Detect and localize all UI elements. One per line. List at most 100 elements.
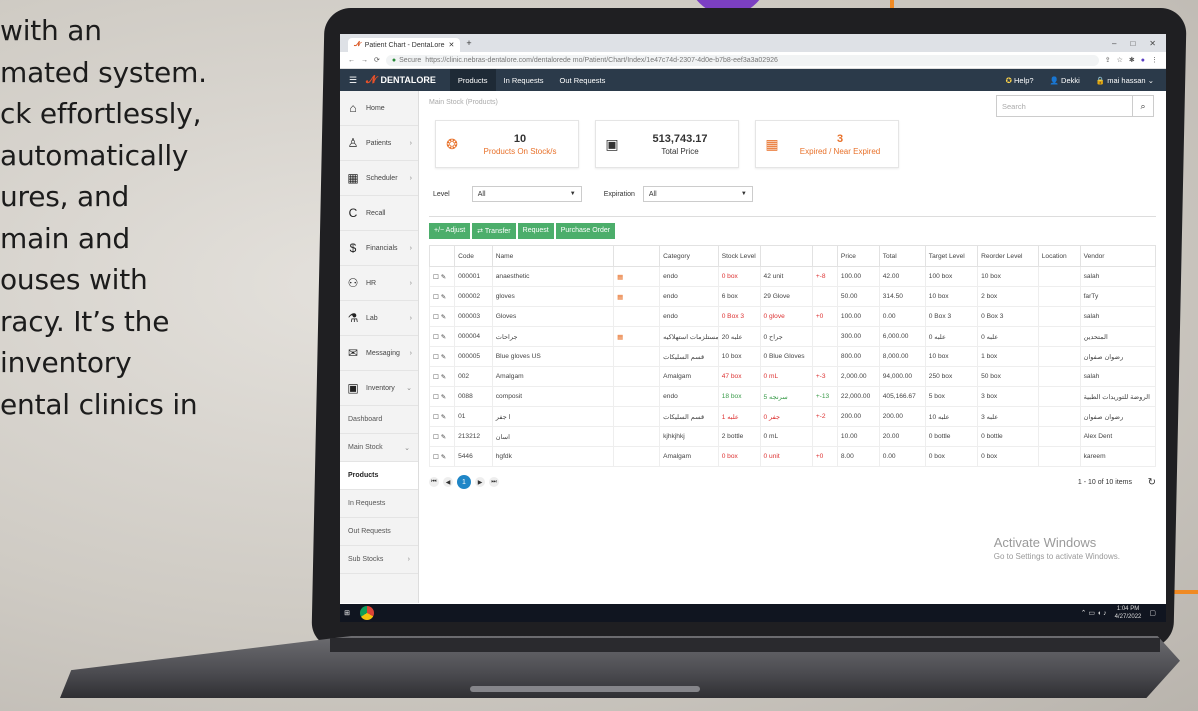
star-icon[interactable]: ☆ [1117,56,1123,64]
column-header[interactable]: Total [878,245,926,267]
column-header[interactable]: Category [659,245,719,267]
column-header[interactable]: Location [1037,245,1081,267]
first-page-button[interactable]: ⏮ [429,477,439,487]
sidebar-item-financials[interactable]: $ Financials › [340,231,418,266]
table-row[interactable]: ☐ ✎ 0088 composit endo 18 box 5 سرنجه +-13 22,0… [428,386,1157,407]
clinic-menu[interactable]: 👤 Dekki [1050,76,1080,85]
new-tab-button[interactable]: + [466,38,471,48]
name-cell: hgfdk [491,446,615,467]
edit-icon[interactable]: ✎ [439,294,447,301]
table-row[interactable]: ☐ ✎ 000004 جراحات ▦ مستلزمات استهلاكيه 20 علب… [428,326,1157,347]
adjust-button[interactable]: +/− Adjust [429,223,471,239]
column-header[interactable]: Stock Level [717,245,761,267]
expiration-select[interactable]: All ▼ [642,186,753,202]
menu-dots-icon[interactable]: ⋮ [1151,56,1158,64]
column-header[interactable]: Price [836,245,880,267]
refresh-icon[interactable]: ↻ [1148,477,1156,488]
sidebar-item-inventory[interactable]: ▣ Inventory ⌄ [340,371,418,406]
windows-start-icon[interactable]: ⊞ [340,609,354,617]
extensions-icon[interactable]: ✱ [1129,56,1135,64]
sidebar-item-messaging[interactable]: ✉ Messaging › [340,336,418,371]
edit-icon[interactable]: ✎ [439,454,447,461]
edit-icon[interactable]: ✎ [439,354,447,361]
table-row[interactable]: ☐ ✎ 000003 Gloves endo 0 Box 30 glove +0 100.0… [428,306,1157,327]
transfer-button[interactable]: ⇄ Transfer [472,223,516,239]
tab-close-icon[interactable]: ✕ [448,41,454,49]
column-header[interactable]: Reorder Level [977,245,1039,267]
next-page-button[interactable]: ▶ [475,477,485,487]
search-input[interactable]: Search [997,102,1132,111]
sidebar-item-hr[interactable]: ⚇ HR › [340,266,418,301]
purchase-order-button[interactable]: Purchase Order [555,223,616,239]
close-window-button[interactable]: ✕ [1149,39,1156,48]
minimize-button[interactable]: – [1112,39,1116,48]
sidebar-item-lab[interactable]: ⚗ Lab › [340,301,418,336]
sidebar-item-patients[interactable]: ♙ Patients › [340,126,418,161]
sidebar-item-recall[interactable]: C Recall [340,196,418,231]
column-header[interactable] [613,245,661,267]
sidebar-item-scheduler[interactable]: ▦ Scheduler › [340,161,418,196]
sidebar-subitem-in-requests[interactable]: In Requests [340,490,418,518]
category-cell: Amalgam [659,446,719,467]
reload-icon[interactable]: ⟳ [374,56,380,64]
table-row[interactable]: ☐ ✎ 01 ا جفر قسم السليكات 1 علبه 0 جفر +-2 200.… [428,406,1157,427]
nav-products[interactable]: Products [449,69,496,91]
table-row[interactable]: ☐ ✎ 000001 anaesthetic ▦ endo 0 box 42 unit +-8… [428,266,1157,287]
table-row[interactable]: ☐ ✎ 213212 اسان kjhkjhkj 2 bottle 0 mL 10.00 20… [428,426,1157,447]
table-row[interactable]: ☐ ✎ 002 Amalgam Amalgam 47 box 0 mL +-3 2,000.0… [428,366,1157,387]
forward-icon[interactable]: → [361,57,368,64]
notifications-icon[interactable]: ▢ [1149,609,1156,617]
current-page[interactable]: 1 [457,475,471,489]
nav-out-requests[interactable]: Out Requests [552,69,614,91]
expired-card[interactable]: ▦ 3 Expired / Near Expired [755,120,899,168]
sidebar-subitem-main-stock[interactable]: Main Stock ⌄ [340,434,418,462]
profile-avatar-icon[interactable]: ● [1141,57,1145,64]
last-page-button[interactable]: ⏭ [489,477,499,487]
edit-icon[interactable]: ✎ [439,334,447,341]
share-icon[interactable]: ⇪ [1105,56,1111,64]
products-card[interactable]: ❂ 10 Products On Stock/s [435,120,579,168]
column-header[interactable]: Vendor [1079,245,1157,267]
column-header[interactable]: Name [491,245,615,267]
sidebar-subitem-out-requests[interactable]: Out Requests [340,518,418,546]
sidebar-subitem-dashboard[interactable]: Dashboard [340,406,418,434]
edit-icon[interactable]: ✎ [439,434,447,441]
level-select[interactable]: All ▼ [471,186,582,202]
prev-page-button[interactable]: ◀ [443,477,453,487]
table-row[interactable]: ☐ ✎ 5446 hgfdk Amalgam 0 box 0 unit +0 8.00 0.00… [428,446,1157,467]
address-bar[interactable]: ● Secure https://clinic.nebras-dentalore… [385,54,1099,66]
chrome-taskbar-icon[interactable] [360,606,374,620]
column-header[interactable] [428,245,456,267]
help-link[interactable]: ✪ Help? [1006,76,1034,85]
column-header[interactable]: Target Level [924,245,979,267]
sidebar-item-label: Messaging [366,349,400,357]
table-row[interactable]: ☐ ✎ 000005 Blue gloves US قسم السليكات 10 bo… [428,346,1157,367]
back-icon[interactable]: ← [348,57,355,64]
search-icon[interactable]: ⌕ [1132,96,1153,116]
sidebar-subitem-products[interactable]: Products [340,462,418,490]
request-button[interactable]: Request [517,223,554,239]
edit-icon[interactable]: ✎ [439,314,447,321]
calendar-icon[interactable]: ▦ [617,334,623,341]
total-price-card[interactable]: ▣ 513,743.17 Total Price [595,120,739,168]
nav-in-requests[interactable]: In Requests [496,69,552,91]
table-row[interactable]: ☐ ✎ 000002 gloves ▦ endo 6 box 29 Glove 50.00 31… [428,286,1157,307]
edit-icon[interactable]: ✎ [439,394,447,401]
column-header[interactable] [811,245,838,267]
column-header[interactable] [759,245,813,267]
edit-icon[interactable]: ✎ [439,374,447,381]
maximize-button[interactable]: □ [1130,39,1135,48]
calendar-icon[interactable]: ▦ [617,294,623,301]
hamburger-icon[interactable]: ☰ [340,75,366,86]
browser-tab[interactable]: 𝓝 Patient Chart - DentaLore ✕ [348,38,461,52]
edit-icon[interactable]: ✎ [439,414,447,421]
user-menu[interactable]: 🔒 mai hassan ⌄ [1096,76,1154,85]
clock[interactable]: 1:04 PM 4/27/2022 [1115,605,1142,621]
edit-icon[interactable]: ✎ [439,274,447,281]
tray-icons[interactable]: ⌃ ▭ ◖ ♪ [1081,609,1107,617]
column-header[interactable]: Code [454,245,493,267]
sidebar-subitem-sub-stocks[interactable]: Sub Stocks › [340,546,418,574]
brand[interactable]: 𝓝 DENTALORE [366,74,436,87]
calendar-icon[interactable]: ▦ [617,274,623,281]
sidebar-item-home[interactable]: ⌂ Home [340,91,418,126]
